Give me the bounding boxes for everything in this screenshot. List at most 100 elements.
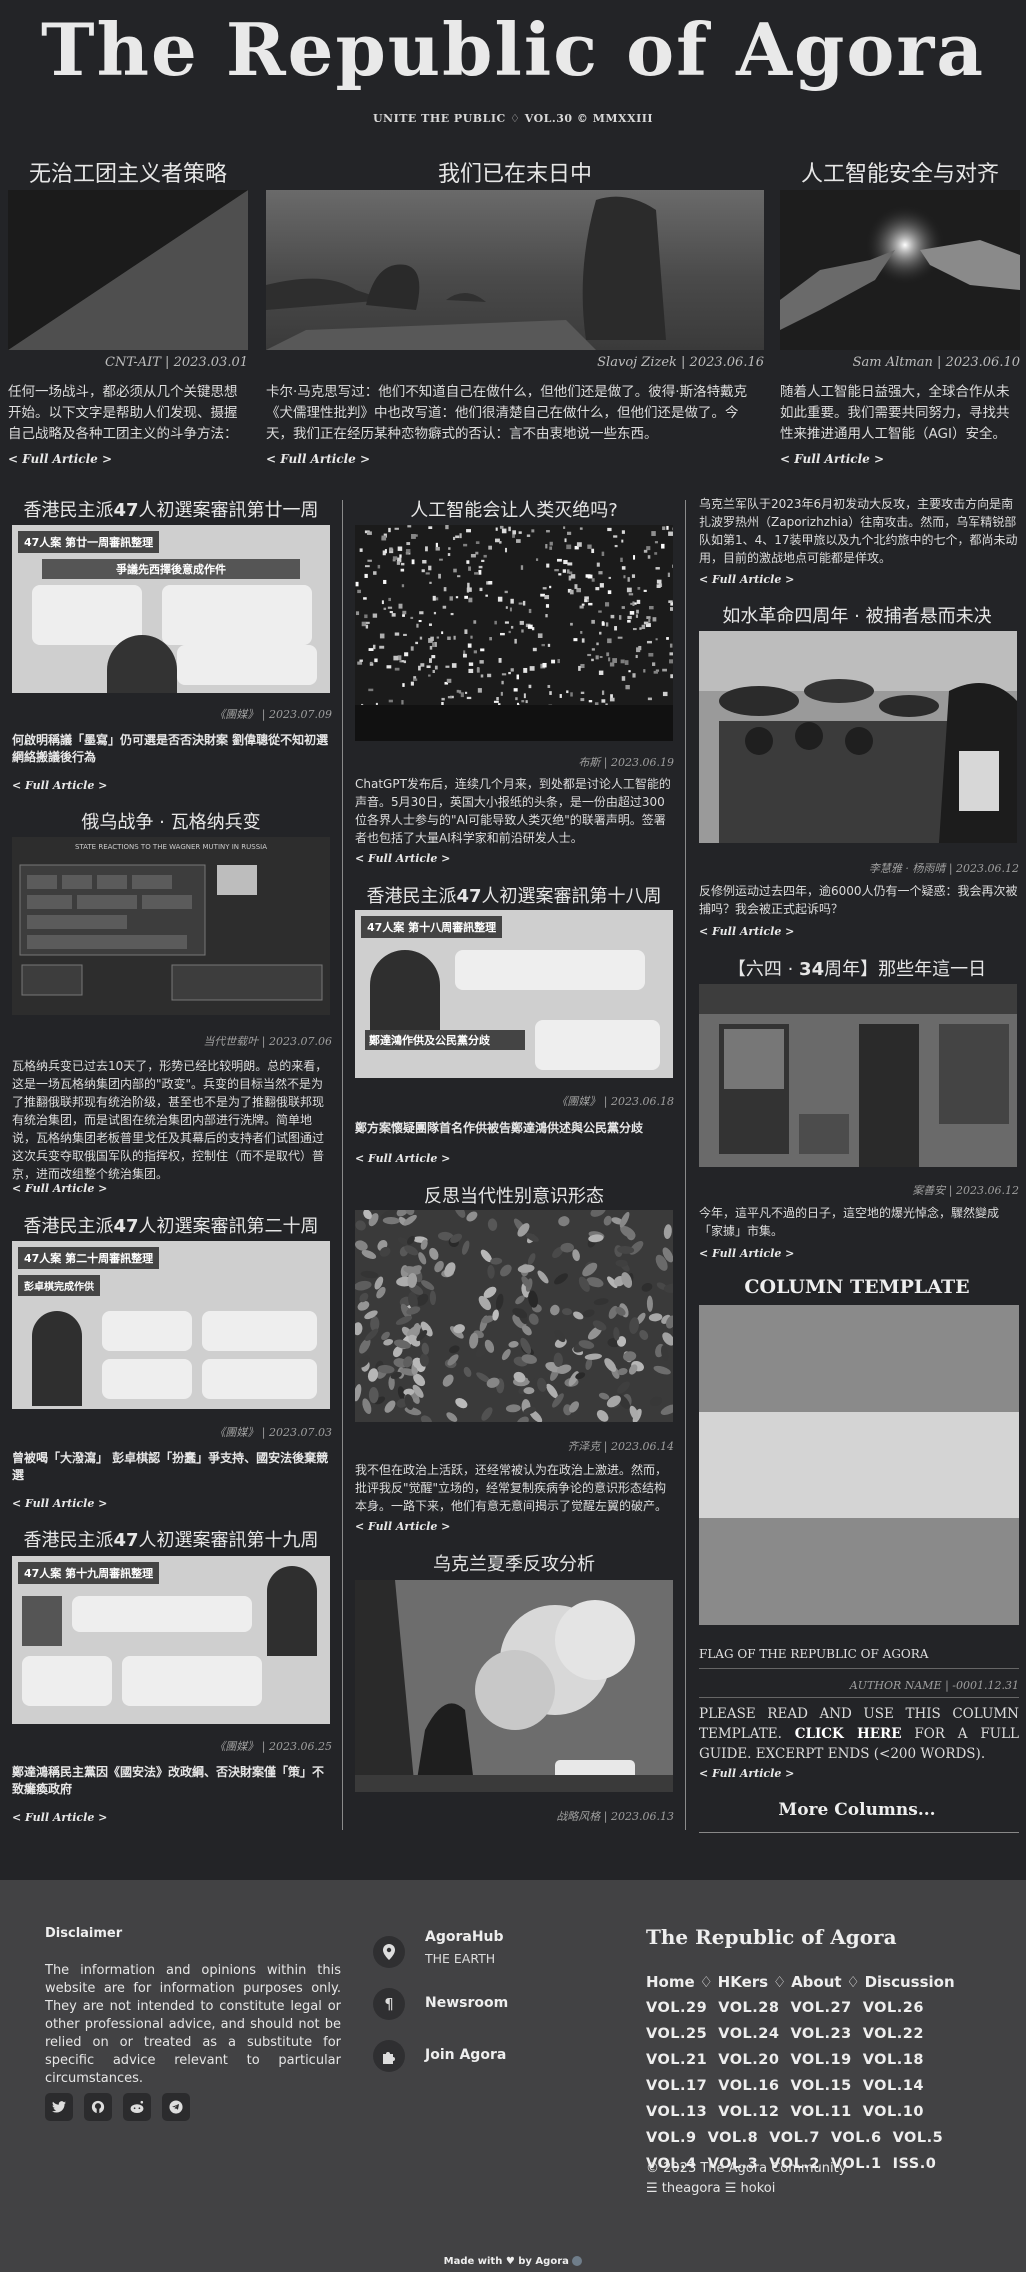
chart-heading: STATE REACTIONS TO THE WAGNER MUTINY IN … [74,843,267,851]
full-article-link[interactable]: < Full Article > [12,1497,107,1510]
footer-nav-discussion[interactable]: Discussion [865,1973,955,1991]
article-excerpt: PLEASE READ AND USE THIS COLUMN TEMPLATE… [699,1704,1019,1764]
full-article-link[interactable]: < Full Article > [355,1520,450,1533]
volume-link[interactable]: VOL.12 [718,2099,779,2125]
volume-link[interactable]: VOL.28 [718,1995,779,2021]
site-title[interactable]: The Republic of Agora [0,0,1026,100]
volume-link[interactable]: VOL.13 [646,2099,707,2125]
made-with: Made with ♥ by Agora [0,2256,1026,2267]
full-article-link[interactable]: < Full Article > [780,452,884,466]
full-article-link[interactable]: < Full Article > [12,779,107,792]
volume-link[interactable]: VOL.29 [646,1995,707,2021]
volume-link[interactable]: VOL.26 [863,1995,924,2021]
article-image[interactable] [780,190,1020,350]
volume-link[interactable]: VOL.24 [718,2021,779,2047]
article-image[interactable]: 47人案 第廿一周審訊整理 爭議先西擇後意成作件 [12,525,330,693]
article-title[interactable]: 人工智能安全与对齐 [780,156,1020,188]
full-article-link[interactable]: < Full Article > [8,452,112,466]
article-title[interactable]: COLUMN TEMPLATE [695,1276,1019,1298]
volume-link[interactable]: VOL.7 [769,2125,820,2151]
volume-link[interactable]: VOL.14 [863,2073,924,2099]
volume-link[interactable]: VOL.10 [863,2099,924,2125]
article-image[interactable]: 47人案 第十九周審訊整理 [12,1556,330,1724]
volume-link[interactable]: VOL.5 [893,2125,944,2151]
article-credit: 《團媒》 | 2023.06.18 [556,1095,674,1108]
volume-link[interactable]: VOL.6 [831,2125,882,2151]
article-excerpt: 何啟明稱議「墨寫」仍可選是否否決財案 劉偉聰從不知初選網絡搬議後行為 [12,733,329,764]
article-image[interactable] [355,525,673,741]
volume-link[interactable]: VOL.22 [863,2021,924,2047]
full-article-link[interactable]: < Full Article > [12,1182,107,1195]
volume-link[interactable]: VOL.15 [790,2073,851,2099]
article-image[interactable] [355,1210,673,1422]
volume-link[interactable]: ISS.0 [893,2151,937,2177]
full-article-link[interactable]: < Full Article > [699,1247,794,1260]
volume-link[interactable]: VOL.23 [790,2021,851,2047]
footer-nav-about[interactable]: About [791,1973,842,1991]
article-excerpt: 我不但在政治上活跃，还经常被认为在政治上激进。然而，批评我反"觉醒"立场的，经常… [355,1463,668,1513]
telegram-icon[interactable] [162,2093,190,2121]
volume-link[interactable]: VOL.19 [790,2047,851,2073]
article-image[interactable] [355,1580,673,1792]
volume-link[interactable]: VOL.16 [718,2073,779,2099]
article-image[interactable] [699,631,1017,843]
article-title[interactable]: 香港民主派47人初選案審訊第十八周 [352,882,676,908]
article-image[interactable] [8,190,248,350]
article-title[interactable]: 我们已在末日中 [266,156,764,188]
volume-link[interactable]: VOL.25 [646,2021,707,2047]
article-title[interactable]: 香港民主派47人初選案審訊第十九周 [8,1526,334,1552]
flag-image[interactable] [699,1305,1019,1625]
footer-brand[interactable]: The Republic of Agora [646,1925,897,1949]
volume-link[interactable]: VOL.9 [646,2125,697,2151]
title-text: 香港民主派 [23,1530,114,1551]
full-article-link[interactable]: < Full Article > [699,1767,794,1780]
volume-link[interactable]: VOL.18 [863,2047,924,2073]
article-title[interactable]: 人工智能会让人类灭绝吗? [352,496,676,522]
volume-link[interactable]: VOL.11 [790,2099,851,2125]
person-figure [370,950,440,1030]
volume-link[interactable]: VOL.8 [708,2125,759,2151]
twitter-icon[interactable] [45,2093,73,2121]
article-title[interactable]: 俄乌战争 · 瓦格纳兵变 [8,808,334,834]
article-title[interactable]: 如水革命四周年 · 被捕者悬而未决 [695,602,1019,628]
article-image[interactable]: 47人案 第十八周審訊整理 鄭達鴻作供及公民黨分歧 [355,910,673,1078]
coast-landscape-graphic [266,196,666,350]
full-article-link[interactable]: < Full Article > [266,452,370,466]
article-image[interactable]: 47人案 第二十周審訊整理 彭卓棋完成作供 [12,1241,330,1409]
volume-link[interactable]: VOL.17 [646,2073,707,2099]
volume-link[interactable]: VOL.20 [718,2047,779,2073]
article-title[interactable]: 无治工团主义者策略 [8,156,248,188]
article-title[interactable]: 反思当代性别意识形态 [352,1182,676,1208]
flag-stripe [699,1305,1019,1412]
article-credit: Sam Altman | 2023.06.10 [852,355,1020,370]
article-excerpt: 反修例运动过去四年，逾6000人仍有一个疑惑：我会再次被捕吗？我会被正式起诉吗？ [699,884,1018,916]
article-image[interactable] [266,190,764,350]
article-title[interactable]: 香港民主派47人初選案審訊第廿一周 [8,496,334,522]
lights-graphic [355,525,673,741]
full-article-link[interactable]: < Full Article > [12,1811,107,1824]
click-here-link[interactable]: CLICK HERE [795,1726,902,1742]
github-icon[interactable] [84,2093,112,2121]
article-title[interactable]: 香港民主派47人初選案審訊第二十周 [8,1212,334,1238]
article-excerpt: 曾被喝「大潑瀉」 彭卓棋認「扮蠢」爭支持、國安法後棄競選 [12,1451,329,1482]
full-article-link[interactable]: < Full Article > [699,925,794,938]
more-columns-link[interactable]: More Columns... [695,1800,1019,1820]
article-title[interactable]: 乌克兰夏季反攻分析 [352,1550,676,1576]
footer-nav-home[interactable]: Home [646,1973,695,1991]
footer-link-join[interactable]: Join Agora [425,2047,506,2063]
footer-nav-hkers[interactable]: HKers [718,1973,768,1991]
article-image[interactable] [699,984,1017,1167]
volume-link[interactable]: VOL.21 [646,2047,707,2073]
footer-link-newsroom[interactable]: Newsroom [425,1995,508,2011]
volume-link[interactable]: VOL.27 [790,1995,851,2021]
poster-bubble [455,950,645,990]
full-article-link[interactable]: < Full Article > [355,852,450,865]
masthead: The Republic of Agora [0,0,1026,100]
footer-link-agorahub[interactable]: AgoraHub [425,1929,504,1945]
article-image[interactable]: STATE REACTIONS TO THE WAGNER MUTINY IN … [12,837,330,1015]
explosion-graphic [355,1580,673,1792]
full-article-link[interactable]: < Full Article > [699,573,794,586]
reddit-icon[interactable] [123,2093,151,2121]
article-title[interactable]: 【六四 · 34周年】那些年這一日 [695,955,1019,981]
full-article-link[interactable]: < Full Article > [355,1152,450,1165]
